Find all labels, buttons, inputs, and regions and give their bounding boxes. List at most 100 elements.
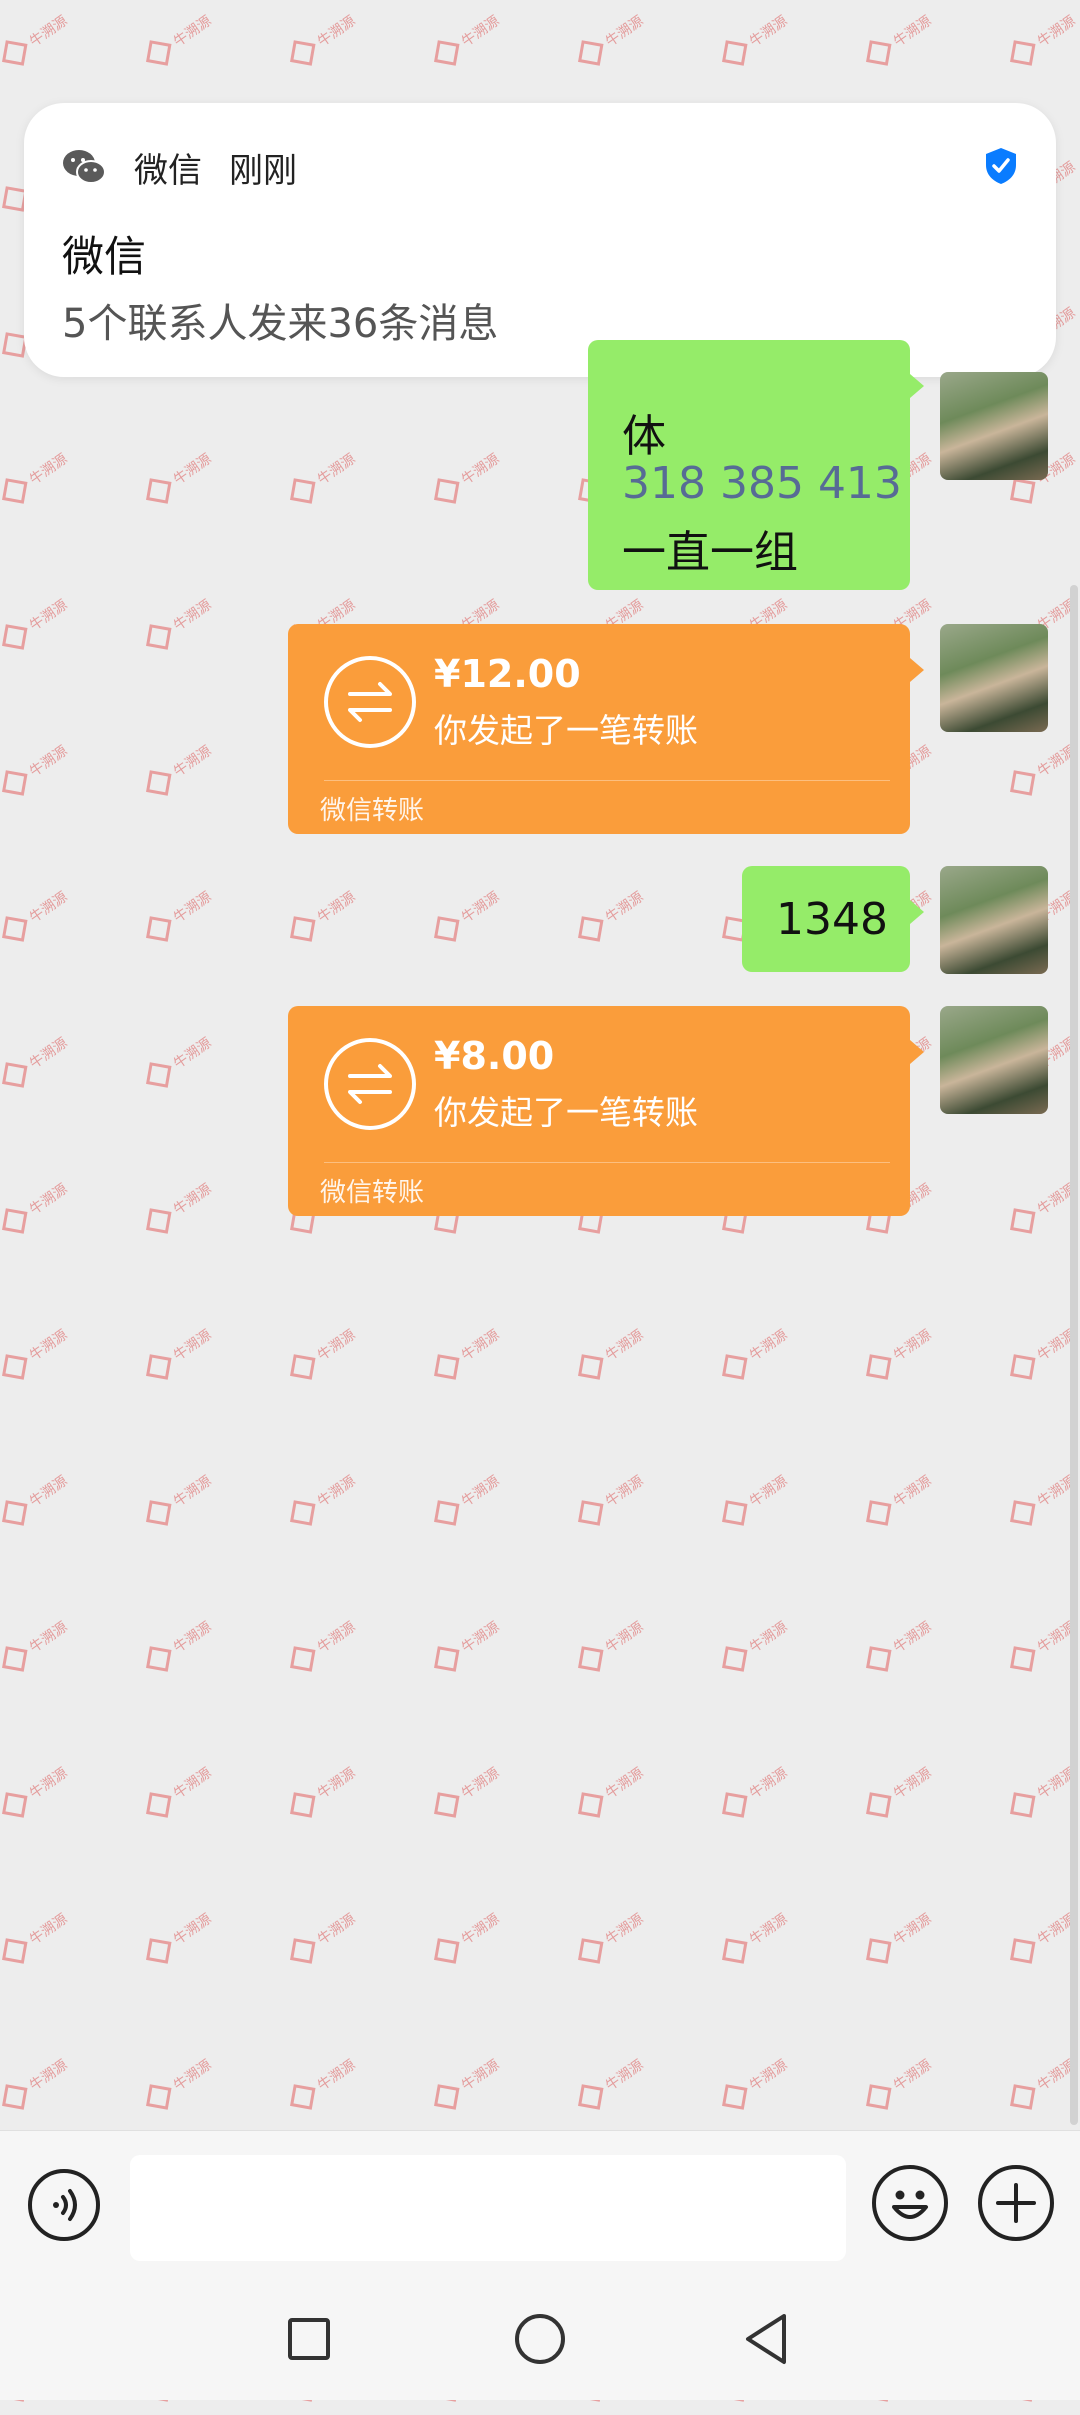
watermark-tile: 牛溯源 — [0, 442, 75, 515]
watermark-tile: 牛溯源 — [715, 2048, 795, 2121]
avatar[interactable] — [940, 372, 1048, 480]
watermark-tile: 牛溯源 — [571, 1464, 651, 1537]
watermark-tile: 牛溯源 — [283, 1610, 363, 1683]
watermark-tile: 牛溯源 — [283, 1756, 363, 1829]
emoji-button[interactable] — [872, 2165, 948, 2241]
watermark-tile: 牛溯源 — [715, 1318, 795, 1391]
transfer-footer: 微信转账 — [320, 1178, 425, 1208]
back-triangle-icon[interactable] — [742, 2312, 792, 2366]
watermark-tile: 牛溯源 — [283, 442, 363, 515]
watermark-tile: 牛溯源 — [859, 1902, 939, 1975]
watermark-tile: 牛溯源 — [0, 2048, 75, 2121]
transfer-card[interactable]: ¥12.00 你发起了一笔转账 微信转账 — [288, 624, 924, 834]
watermark-tile: 牛溯源 — [0, 4, 75, 77]
avatar[interactable] — [940, 866, 1048, 974]
watermark-tile: 牛溯源 — [0, 1610, 75, 1683]
recent-apps-square-icon[interactable] — [288, 2318, 330, 2360]
watermark-tile: 牛溯源 — [427, 1756, 507, 1829]
watermark-tile: 牛溯源 — [427, 1464, 507, 1537]
watermark-tile: 牛溯源 — [1003, 1318, 1080, 1391]
message-text-bubble[interactable]: 体 318 385 413 一直一组 — [588, 340, 924, 590]
watermark-tile: 牛溯源 — [139, 1464, 219, 1537]
watermark-tile: 牛溯源 — [283, 2048, 363, 2121]
watermark-tile: 牛溯源 — [1003, 734, 1080, 807]
transfer-amount: ¥8.00 — [434, 1034, 555, 1078]
watermark-tile: 牛溯源 — [715, 4, 795, 77]
watermark-tile: 牛溯源 — [1003, 1172, 1080, 1245]
watermark-tile: 牛溯源 — [427, 1902, 507, 1975]
message-line: 一直一组 — [622, 527, 798, 578]
watermark-tile: 牛溯源 — [0, 880, 75, 953]
transfer-divider — [324, 780, 890, 781]
watermark-tile: 牛溯源 — [139, 1756, 219, 1829]
watermark-tile: 牛溯源 — [427, 1318, 507, 1391]
transfer-arrows-icon — [324, 656, 416, 748]
watermark-tile: 牛溯源 — [715, 1756, 795, 1829]
smiley-icon — [892, 2190, 928, 2219]
watermark-tile: 牛溯源 — [139, 588, 219, 661]
more-plus-button[interactable] — [978, 2165, 1054, 2241]
watermark-tile: 牛溯源 — [139, 1172, 219, 1245]
notification-title: 微信 — [62, 232, 147, 281]
watermark-tile: 牛溯源 — [0, 1026, 75, 1099]
notification-app-name: 微信 — [134, 151, 202, 191]
notification-time: 刚刚 — [229, 151, 297, 191]
avatar[interactable] — [940, 624, 1048, 732]
watermark-tile: 牛溯源 — [859, 2048, 939, 2121]
watermark-tile: 牛溯源 — [1003, 4, 1080, 77]
watermark-tile: 牛溯源 — [283, 1902, 363, 1975]
watermark-tile: 牛溯源 — [571, 1318, 651, 1391]
watermark-tile: 牛溯源 — [0, 734, 75, 807]
watermark-tile: 牛溯源 — [571, 1756, 651, 1829]
watermark-tile: 牛溯源 — [0, 1464, 75, 1537]
watermark-tile: 牛溯源 — [859, 1318, 939, 1391]
watermark-tile: 牛溯源 — [859, 1756, 939, 1829]
plus-icon — [996, 2183, 1036, 2223]
watermark-tile: 牛溯源 — [139, 1902, 219, 1975]
avatar[interactable] — [940, 1006, 1048, 1114]
voice-waves-icon — [53, 2189, 77, 2221]
message-number-link[interactable]: 318 385 413 — [622, 458, 902, 509]
watermark-tile: 牛溯源 — [0, 588, 75, 661]
message-line: 体 — [622, 411, 666, 462]
message-text-bubble[interactable]: 1348 — [742, 866, 924, 972]
notification-banner[interactable]: 微信 刚刚 微信 5个联系人发来36条消息 — [24, 103, 1056, 377]
notification-body: 5个联系人发来36条消息 — [62, 301, 499, 347]
watermark-tile: 牛溯源 — [1003, 1756, 1080, 1829]
watermark-tile: 牛溯源 — [859, 1610, 939, 1683]
watermark-tile: 牛溯源 — [139, 734, 219, 807]
watermark-tile: 牛溯源 — [283, 1464, 363, 1537]
watermark-tile: 牛溯源 — [139, 442, 219, 515]
home-circle-icon[interactable] — [515, 2314, 565, 2364]
voice-input-button[interactable] — [28, 2169, 100, 2241]
watermark-tile: 牛溯源 — [427, 2048, 507, 2121]
watermark-tile: 牛溯源 — [571, 2048, 651, 2121]
transfer-card[interactable]: ¥8.00 你发起了一笔转账 微信转账 — [288, 1006, 924, 1216]
watermark-tile: 牛溯源 — [571, 4, 651, 77]
watermark-tile: 牛溯源 — [571, 880, 651, 953]
watermark-tile: 牛溯源 — [0, 1902, 75, 1975]
transfer-description: 你发起了一笔转账 — [434, 1093, 698, 1132]
transfer-description: 你发起了一笔转账 — [434, 711, 698, 750]
watermark-tile: 牛溯源 — [427, 4, 507, 77]
watermark-tile: 牛溯源 — [1003, 2048, 1080, 2121]
watermark-tile: 牛溯源 — [139, 1026, 219, 1099]
verified-shield-icon — [986, 148, 1016, 184]
watermark-tile: 牛溯源 — [139, 1610, 219, 1683]
watermark-tile: 牛溯源 — [283, 4, 363, 77]
watermark-tile: 牛溯源 — [1003, 1902, 1080, 1975]
message-line: 1348 — [776, 894, 888, 945]
chat-scrollbar[interactable] — [1070, 585, 1078, 2125]
message-input[interactable] — [130, 2155, 846, 2261]
transfer-arrows-icon — [324, 1038, 416, 1130]
transfer-divider — [324, 1162, 890, 1163]
watermark-tile: 牛溯源 — [715, 1902, 795, 1975]
watermark-tile: 牛溯源 — [859, 4, 939, 77]
watermark-tile: 牛溯源 — [139, 880, 219, 953]
watermark-tile: 牛溯源 — [139, 1318, 219, 1391]
watermark-tile: 牛溯源 — [283, 1318, 363, 1391]
wechat-icon — [63, 150, 106, 184]
watermark-tile: 牛溯源 — [715, 1464, 795, 1537]
watermark-tile: 牛溯源 — [0, 1756, 75, 1829]
transfer-amount: ¥12.00 — [434, 652, 581, 696]
